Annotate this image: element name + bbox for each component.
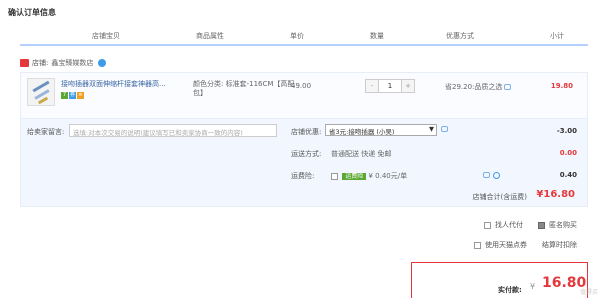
insurance-row: 运费险: 运费险 ¥ 0.40元/单 0.40	[21, 165, 589, 187]
tmall-coupon-label: 使用天猫点券	[485, 241, 527, 249]
item-subtotal: 19.80	[550, 82, 573, 90]
qty-input[interactable]: 1	[378, 80, 402, 92]
discount-help-icon[interactable]	[441, 126, 448, 132]
shop-name[interactable]: 鑫宝臻媒数店	[51, 58, 93, 68]
settle-label: 结算时扣除	[542, 241, 577, 249]
col-discount: 优惠方式	[446, 32, 474, 40]
payment-summary: 实付款: ¥ 16.80	[411, 262, 588, 298]
product-property: 颜色分类: 标准套-116CM【高配包】	[193, 80, 295, 97]
currency-symbol: ¥	[530, 282, 536, 291]
discount-info: 省29.20:品质之选	[445, 82, 512, 92]
badge-7day: 7	[61, 92, 68, 99]
page-title: 确认订单信息	[8, 8, 56, 17]
tmall-coupon-checkbox[interactable]	[474, 241, 481, 249]
badge-card: ≡	[77, 92, 84, 99]
proxy-pay-checkbox[interactable]	[484, 221, 491, 229]
help-icon[interactable]	[493, 172, 500, 179]
anonymous-option[interactable]: 匿名购买	[538, 220, 577, 230]
watermark: 值得买	[579, 289, 598, 296]
shop-icon	[20, 59, 29, 67]
proxy-pay-label: 找人代付	[495, 221, 523, 229]
insurance-chat-icon[interactable]	[483, 172, 490, 178]
store-total-row: 店铺合计(含运费) ¥16.80	[20, 185, 588, 207]
proxy-pay-option[interactable]: 找人代付	[484, 220, 523, 230]
store-total-label: 店铺合计(含运费)	[472, 193, 527, 201]
anonymous-label: 匿名购买	[549, 221, 577, 229]
shop-row: 店铺: 鑫宝臻媒数店	[20, 58, 107, 68]
product-badges: 7 券 ≡	[61, 92, 84, 99]
tmall-coupon-option[interactable]: 使用天猫点券	[474, 240, 527, 250]
insurance-checkbox[interactable]	[331, 172, 338, 180]
shipping-label: 运送方式:	[291, 150, 322, 158]
unit-price: 49.00	[291, 82, 312, 90]
column-header: 店铺宝贝 商品属性 单价 数量 优惠方式 小计	[20, 28, 588, 46]
shipping-row: 运送方式: 普通配送 快递 免邮 0.00	[21, 143, 589, 165]
col-property: 商品属性	[196, 32, 224, 40]
discount-text: 省29.20:品质之选	[445, 83, 503, 91]
qty-plus-button[interactable]: +	[402, 80, 414, 92]
insurance-detail: ¥ 0.40元/单	[368, 172, 408, 180]
product-name[interactable]: 接吻插器双面伸缩杆接套神器高...	[61, 80, 181, 89]
chat-icon[interactable]	[98, 59, 107, 67]
shipping-amount: 0.00	[559, 149, 577, 157]
col-price: 单价	[290, 32, 304, 40]
actual-pay-label: 实付款:	[498, 286, 522, 294]
discount-info-icon[interactable]	[504, 84, 512, 90]
col-item: 店铺宝贝	[92, 32, 120, 40]
shop-label: 店铺:	[32, 59, 49, 67]
store-discount-selected: 省3元:接吻插器 (小吴)	[329, 128, 395, 136]
col-qty: 数量	[370, 32, 384, 40]
quantity-stepper: - 1 +	[365, 79, 415, 93]
store-discount-row: 店铺优惠: 省3元:接吻插器 (小吴) ▼ -3.00	[21, 121, 589, 143]
store-total-amount: ¥16.80	[536, 189, 575, 200]
col-subtotal: 小计	[550, 32, 564, 40]
settle-note: 结算时扣除	[542, 240, 577, 250]
insurance-label: 运费险:	[291, 172, 315, 180]
qty-minus-button[interactable]: -	[366, 80, 378, 92]
chevron-down-icon: ▼	[429, 125, 434, 133]
insurance-tag: 运费险	[342, 173, 367, 180]
store-discount-select[interactable]: 省3元:接吻插器 (小吴) ▼	[325, 124, 437, 136]
shipping-method: 普通配送 快递 免邮	[331, 150, 392, 158]
product-thumbnail[interactable]	[27, 78, 55, 106]
cart-item: 接吻插器双面伸缩杆接套神器高... 7 券 ≡ 颜色分类: 标准套-116CM【…	[20, 72, 588, 120]
insurance-amount: 0.40	[559, 171, 577, 179]
anonymous-checkbox[interactable]	[538, 221, 545, 229]
badge-coupon: 券	[69, 92, 76, 99]
store-discount-label: 店铺优惠:	[291, 128, 322, 136]
store-discount-amount: -3.00	[556, 127, 577, 135]
insurance-option: 运费险 ¥ 0.40元/单	[331, 171, 407, 181]
